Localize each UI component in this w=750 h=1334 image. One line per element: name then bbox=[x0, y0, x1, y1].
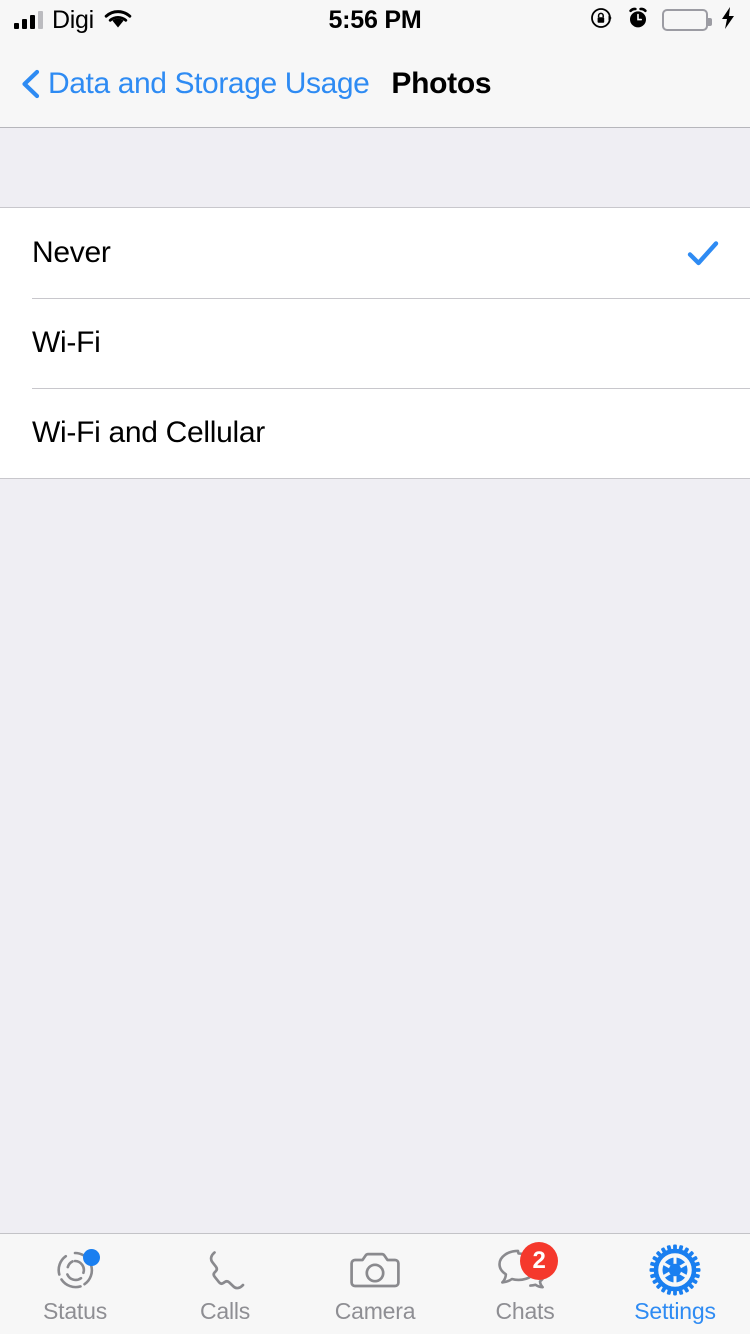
tab-chats[interactable]: 2 Chats bbox=[450, 1234, 600, 1334]
checkmark-icon bbox=[686, 236, 720, 270]
photos-autodownload-option-list: Never Wi-Fi Wi-Fi and Cellular bbox=[0, 207, 750, 479]
status-bar-left: Digi bbox=[14, 6, 133, 35]
carrier-label: Digi bbox=[52, 5, 94, 34]
tab-label: Calls bbox=[199, 1298, 251, 1324]
status-bar-right bbox=[590, 6, 736, 35]
option-label: Wi-Fi and Cellular bbox=[32, 416, 265, 449]
chat-bubbles-icon: 2 bbox=[494, 1242, 558, 1296]
tab-settings[interactable]: Settings bbox=[600, 1234, 750, 1334]
section-top-spacer bbox=[0, 128, 750, 207]
option-label: Never bbox=[32, 236, 111, 269]
status-rings-icon bbox=[44, 1244, 106, 1296]
battery-icon bbox=[662, 9, 712, 31]
gear-icon bbox=[644, 1244, 706, 1296]
page-title: Photos bbox=[391, 66, 492, 100]
option-row-wifi-and-cellular[interactable]: Wi-Fi and Cellular bbox=[0, 388, 750, 478]
navigation-bar: Data and Storage Usage Photos bbox=[0, 40, 750, 128]
charging-bolt-icon bbox=[720, 6, 736, 35]
tab-calls[interactable]: Calls bbox=[150, 1234, 300, 1334]
tab-status[interactable]: Status bbox=[0, 1234, 150, 1334]
tab-label: Chats bbox=[495, 1298, 555, 1324]
back-button-label: Data and Storage Usage bbox=[48, 66, 370, 100]
status-bar: Digi 5:56 PM bbox=[0, 0, 750, 40]
status-unread-dot bbox=[83, 1249, 100, 1266]
content-area: Never Wi-Fi Wi-Fi and Cellular bbox=[0, 128, 750, 1233]
chevron-left-icon bbox=[18, 69, 44, 99]
tab-label: Status bbox=[42, 1298, 107, 1324]
tab-bar: Status Calls Camera 2 Chats Settings bbox=[0, 1233, 750, 1334]
option-row-never[interactable]: Never bbox=[0, 208, 750, 298]
alarm-clock-icon bbox=[626, 6, 650, 35]
chats-unread-badge: 2 bbox=[520, 1242, 558, 1280]
app-screen: Digi 5:56 PM Data and Storage Usage Phot… bbox=[0, 0, 750, 1334]
option-row-wifi[interactable]: Wi-Fi bbox=[0, 298, 750, 388]
camera-icon bbox=[344, 1244, 406, 1296]
rotation-lock-icon bbox=[590, 6, 614, 35]
tab-camera[interactable]: Camera bbox=[300, 1234, 450, 1334]
signal-bars-icon bbox=[14, 11, 43, 29]
tab-label: Settings bbox=[634, 1298, 716, 1324]
phone-handset-icon bbox=[194, 1244, 256, 1296]
back-button[interactable]: Data and Storage Usage bbox=[18, 66, 370, 101]
option-label: Wi-Fi bbox=[32, 326, 101, 359]
wifi-icon bbox=[103, 7, 133, 34]
tab-label: Camera bbox=[334, 1298, 416, 1324]
